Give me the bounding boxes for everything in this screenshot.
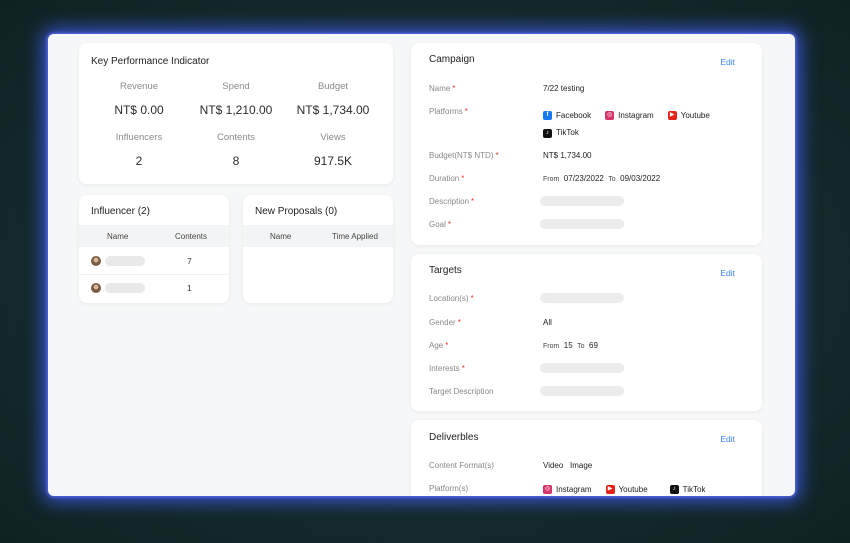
kpi-label: Influencers [115,132,163,143]
kpi-value: 2 [135,154,143,168]
platform-instagram: ◎ Instagram [605,110,654,120]
kpi-label: Spend [222,81,250,92]
platform-tiktok: ♪ TikTok [543,125,579,141]
platforms-label: Platforms * [429,107,468,116]
kpi-budget: Budget NT$ 1,734.00 [285,81,381,117]
influencer-title: Influencer (2) [91,206,150,217]
kpi-contents: Contents 8 [188,132,284,168]
deliverables-card: Deliverbles Edit Content Format(s) Video… [411,420,762,496]
instagram-icon: ◎ [543,485,552,494]
kpi-label: Revenue [119,81,159,92]
target-description-label: Target Description [429,387,494,396]
influencer-table-header: Name Contents [79,225,229,247]
age-label: Age * [429,341,449,350]
kpi-influencers: Influencers 2 [91,132,187,168]
col-contents: Contents [175,232,208,241]
proposals-card: New Proposals (0) Name Time Applied [243,195,393,303]
gender-value: All [543,318,552,327]
avatar [91,256,101,266]
name-placeholder [105,256,145,266]
name-value: 7/22 testing [543,84,585,93]
deliverables-title: Deliverbles [429,432,479,443]
deliverable-platform-list: ◎ Instagram ▶ Youtube ♪ TikTok [543,483,719,494]
kpi-card: Key Performance Indicator Revenue NT$ 0.… [79,43,393,184]
table-row[interactable]: 7 [79,248,229,275]
table-row[interactable]: 1 [79,275,229,302]
platform-youtube: ▶ Youtube [605,485,648,494]
name-label: Name * [429,84,456,93]
description-placeholder [540,196,624,206]
col-time-applied: Time Applied [332,232,378,241]
platform-tiktok: ♪ TikTok [669,485,705,494]
kpi-label: Contents [216,132,256,143]
col-name: Name [107,232,129,241]
targets-title: Targets [429,265,462,276]
youtube-icon: ▶ [605,485,615,494]
campaign-edit-button[interactable]: Edit [720,57,735,67]
kpi-title: Key Performance Indicator [91,56,210,67]
targets-edit-button[interactable]: Edit [720,268,735,278]
app-window: Key Performance Indicator Revenue NT$ 0.… [48,34,795,496]
name-placeholder [105,283,145,293]
platforms-list: f Facebook ◎ Instagram ▶ Youtube ♪ TikTok [543,106,753,141]
duration-value: From 07/23/2022 To 09/03/2022 [543,174,661,183]
tiktok-icon: ♪ [669,485,679,494]
kpi-value: 8 [232,154,240,168]
description-label: Description * [429,197,475,206]
avatar [91,283,101,293]
location-label: Location(s) * [429,294,474,303]
location-placeholder [540,293,624,303]
tiktok-icon: ♪ [543,128,552,138]
duration-label: Duration * [429,174,465,183]
proposals-title: New Proposals (0) [255,206,338,217]
col-name: Name [270,232,292,241]
gender-label: Gender * [429,318,461,327]
influencer-card: Influencer (2) Name Contents 7 1 [79,195,229,303]
interests-label: Interests * [429,364,465,373]
deliverables-edit-button[interactable]: Edit [720,434,735,444]
kpi-value: NT$ 1,210.00 [199,103,273,117]
campaign-title: Campaign [429,54,475,65]
contents-count: 7 [187,256,192,266]
kpi-value: NT$ 1,734.00 [296,103,370,117]
campaign-card: Campaign Edit Name * 7/22 testing Platfor… [411,43,762,245]
deliverable-platform-label: Platform(s) [429,484,469,493]
age-value: From 15 To 69 [543,341,598,350]
youtube-icon: ▶ [667,111,677,120]
kpi-label: Views [320,132,346,143]
budget-value: NT$ 1,734.00 [543,151,592,160]
target-description-placeholder [540,386,624,396]
content-format-label: Content Format(s) [429,461,494,470]
budget-label: Budget(NT$ NTD) * [429,151,499,160]
interests-placeholder [540,363,624,373]
proposals-table-header: Name Time Applied [243,225,393,247]
targets-card: Targets Edit Location(s) * Gender * All Ag… [411,254,762,411]
content-format-value: Video Image [543,461,593,470]
instagram-icon: ◎ [605,111,615,120]
kpi-value: NT$ 0.00 [114,103,164,117]
kpi-value: 917.5K [313,154,353,168]
platform-facebook: f Facebook [543,108,591,124]
kpi-views: Views 917.5K [285,132,381,168]
kpi-revenue: Revenue NT$ 0.00 [91,81,187,117]
platform-instagram: ◎ Instagram [543,485,592,494]
kpi-spend: Spend NT$ 1,210.00 [188,81,284,117]
goal-label: Goal * [429,220,452,229]
kpi-label: Budget [317,81,349,92]
goal-placeholder [540,219,624,229]
contents-count: 1 [187,283,192,293]
platform-youtube: ▶ Youtube [667,108,710,124]
facebook-icon: f [543,111,552,120]
